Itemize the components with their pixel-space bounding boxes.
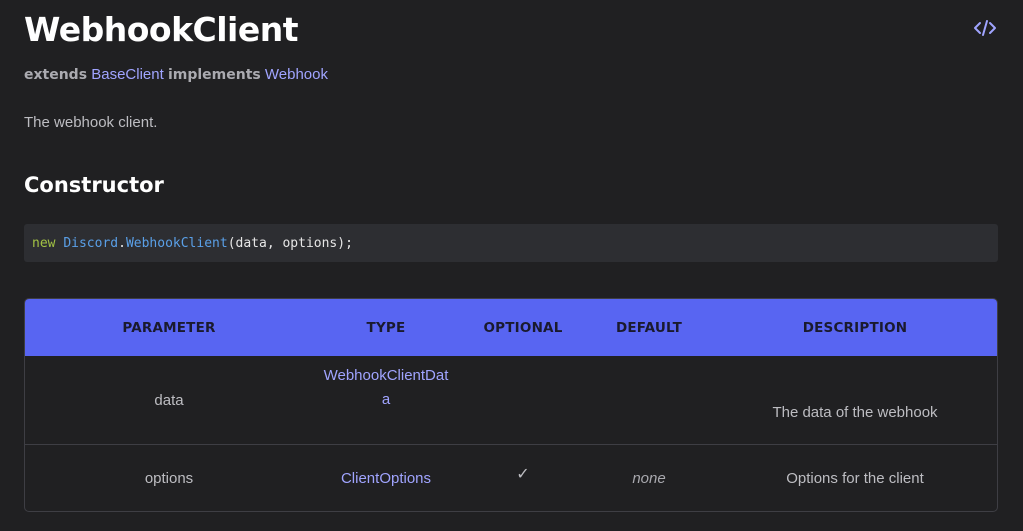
checkmark-icon: ✓ <box>516 465 530 483</box>
parameters-table: PARAMETER TYPE OPTIONAL DEFAULT DESCRIPT… <box>24 298 998 512</box>
header-default: DEFAULT <box>615 319 683 336</box>
param-description: Options for the client <box>786 470 924 487</box>
view-source-button[interactable] <box>972 16 998 40</box>
param-default <box>587 356 711 444</box>
param-type-wrap: WebhookClientData <box>320 364 452 412</box>
header-type: TYPE <box>366 319 406 336</box>
param-optional <box>459 356 587 444</box>
inheritance-line: extends BaseClient implements Webhook <box>24 65 328 85</box>
param-optional-cell: ✓ <box>459 445 587 511</box>
table-header: PARAMETER TYPE OPTIONAL DEFAULT DESCRIPT… <box>25 299 997 356</box>
param-type-link[interactable]: ClientOptions <box>341 467 431 491</box>
code-icon <box>974 20 996 36</box>
code-namespace: Discord <box>63 235 119 251</box>
implements-keyword: implements <box>167 67 261 83</box>
extends-class-link[interactable]: BaseClient <box>91 66 164 83</box>
header-description: DESCRIPTION <box>802 319 908 336</box>
param-name: data <box>154 391 184 409</box>
constructor-heading: Constructor <box>24 173 164 197</box>
header-parameter: PARAMETER <box>122 319 216 336</box>
param-name: options <box>144 470 194 487</box>
page-title: WebhookClient <box>24 10 299 49</box>
class-description: The webhook client. <box>24 114 158 131</box>
code-keyword: new <box>32 235 56 251</box>
class-doc-page: WebhookClient extends BaseClient impleme… <box>24 0 998 531</box>
param-default-cell: none <box>587 445 711 511</box>
table-row: options ClientOptions ✓ none Options for… <box>25 445 997 511</box>
code-class-name: WebhookClient <box>125 235 228 251</box>
code-dot: . <box>118 235 126 251</box>
table-row: data WebhookClientData The data of the w… <box>25 356 997 445</box>
constructor-code-block: new Discord. WebhookClient (data, options)… <box>24 224 998 262</box>
implements-class-link[interactable]: Webhook <box>265 66 328 83</box>
header-optional: OPTIONAL <box>483 319 563 336</box>
param-type-cell: WebhookClientData <box>313 356 459 444</box>
param-type-link[interactable]: WebhookClientData <box>320 364 452 412</box>
param-description-cell: The data of the webhook <box>711 356 997 444</box>
param-type-cell: ClientOptions <box>313 445 459 511</box>
code-args: (data, options); <box>227 235 353 251</box>
param-description: The data of the webhook <box>772 403 938 421</box>
param-default: none <box>632 470 666 487</box>
extends-keyword: extends <box>24 67 88 83</box>
